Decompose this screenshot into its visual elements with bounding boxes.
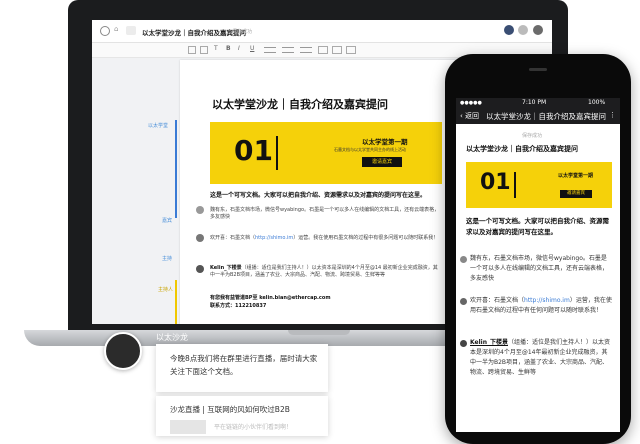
comment-column: 以太学堂 嘉宾 主持 主持人 — [92, 60, 178, 324]
doc-icon — [126, 26, 136, 35]
document-title: 以太学堂沙龙｜自我介绍及嘉宾提问 — [212, 98, 388, 111]
comment-label[interactable]: 主持人 — [158, 286, 173, 293]
avatar — [460, 340, 467, 347]
comment-label[interactable]: 嘉宾 — [162, 217, 172, 224]
intro-text: 这是一个可写文档。大家可以把自我介绍、资源需求以及对嘉宾的提问写在这里。 — [210, 192, 427, 199]
entry-prefix: 欢开喜：石墨文档（ — [470, 297, 525, 304]
cover-number: 01 — [480, 170, 511, 195]
entry-text: 欢开喜：石墨文档（http://shimo.im）运营。我在使用石墨文档的过程中… — [210, 235, 442, 242]
doc-header: ⌂ 以太学堂沙龙｜自我介绍及嘉宾提问 保存成功 — [92, 20, 552, 43]
doc-title[interactable]: 以太学堂沙龙｜自我介绍及嘉宾提问 — [142, 27, 246, 37]
comment-label[interactable]: 主持 — [162, 255, 172, 262]
chat-message-bubble: 今晚8点我们将在群里进行直播，届时请大家关注下面这个文档。 — [156, 344, 328, 392]
back-button[interactable]: ‹ 返回 — [460, 111, 479, 121]
avatar — [196, 234, 204, 242]
save-status: 保存成功 — [522, 133, 543, 139]
divider — [276, 136, 278, 170]
laptop-notch — [288, 330, 350, 335]
entry-text: Kelin_下楼景（组播：适位是我们主持人！）以太资本是深圳的4个月至@14年最… — [470, 338, 612, 378]
avatar-2[interactable] — [533, 25, 543, 35]
comment-label[interactable]: 以太学堂 — [148, 122, 168, 129]
cover-number: 01 — [234, 134, 273, 167]
intro-text: 这是一个可写文档。大家可以把自我介绍、资源需求以及对嘉宾的提问写在这里。 — [466, 217, 609, 236]
status-bar: ●●●●● 7:10 PM 100% — [456, 98, 620, 108]
comment-bar — [175, 280, 177, 324]
undo-icon[interactable] — [188, 46, 196, 54]
cover-subtitle: 石墨文档与以太学堂共同主办的线上活动 — [334, 147, 406, 152]
font-icon[interactable]: T — [214, 45, 218, 52]
signal-icon: ●●●●● — [460, 100, 482, 106]
cover-button[interactable]: 邀请嘉宾 — [560, 190, 592, 198]
document-title: 以太学堂沙龙｜自我介绍及嘉宾提问 — [466, 145, 578, 153]
underline-icon[interactable]: U — [250, 45, 254, 52]
avatar — [460, 256, 467, 263]
italic-icon[interactable]: I — [238, 45, 240, 52]
image-icon[interactable] — [332, 46, 342, 54]
entry-prefix: 欢开喜：石墨文档（ — [210, 235, 256, 241]
entry-name: Kelin_下楼景 — [210, 265, 242, 271]
chat-link-card[interactable]: 沙龙直播 | 互联网的风如何吹过B2B 平在链链的小伙伴们看到啊！ — [156, 396, 328, 436]
entry-phone: 联系方式：112210837 — [210, 303, 267, 309]
avatar — [196, 206, 204, 214]
document-page[interactable]: 以太学堂沙龙｜自我介绍及嘉宾提问 01 以太学堂第一期 石墨文档与以太学堂共同主… — [180, 60, 460, 324]
user-icon[interactable] — [518, 25, 528, 35]
link-card-title: 沙龙直播 | 互联网的风如何吹过B2B — [170, 405, 290, 414]
entry-text: 欢开喜：石墨文档（http://shimo.im）运营，我在使用石墨文档的过程中… — [470, 296, 612, 316]
battery-level: 100% — [588, 99, 606, 106]
entry-link[interactable]: http://shimo.im — [524, 297, 570, 304]
save-status: 保存成功 — [232, 29, 253, 35]
more-icon[interactable]: ⋮ — [609, 111, 616, 119]
entry-link[interactable]: http://shimo.im — [255, 235, 293, 241]
speaker-grille — [529, 68, 547, 71]
entry-body: （组播：适位是我们主持人！）以太资本是深圳的4个月至@14 最初新企业完成融资，… — [210, 265, 438, 278]
cover-banner: 01 以太学堂第一期 石墨文档与以太学堂共同主办的线上活动 邀请嘉宾 — [210, 122, 442, 184]
link-icon[interactable] — [318, 46, 328, 54]
entry-email: 有您我有益管道BP至 kelin.bian@ethercap.com — [210, 295, 331, 301]
align-icon[interactable] — [282, 47, 294, 53]
chat-avatar[interactable] — [104, 332, 142, 370]
home-icon[interactable]: ⌂ — [114, 25, 118, 33]
status-time: 7:10 PM — [522, 99, 547, 106]
link-card-subtitle: 平在链链的小伙伴们看到啊！ — [214, 424, 293, 431]
comment-bar — [175, 120, 177, 218]
nav-bar: ‹ 返回 以太学堂沙龙｜自我介绍及嘉宾提问 ⋮ — [456, 108, 620, 124]
divider — [514, 172, 516, 198]
list-icon[interactable] — [264, 47, 276, 53]
avatar — [460, 298, 467, 305]
entry-text: 魏有东，石墨文档市场，微信号wyabingo。石墨是一个可以多人在线编辑的文档工… — [470, 255, 609, 282]
chat-user-name: 以太沙龙 — [156, 333, 188, 342]
back-label: 返回 — [465, 112, 480, 120]
entry-name: Kelin_下楼景 — [470, 339, 508, 346]
entry-text: Kelin_下楼景（组播：适位是我们主持人！）以太资本是深圳的4个月至@14 最… — [210, 265, 442, 279]
nav-title: 以太学堂沙龙｜自我介绍及嘉宾提问 — [486, 112, 606, 121]
phone-screen: ●●●●● 7:10 PM 100% ‹ 返回 以太学堂沙龙｜自我介绍及嘉宾提问… — [456, 98, 620, 432]
avatar[interactable] — [504, 25, 514, 35]
cover-heading: 以太学堂第一期 — [362, 138, 408, 146]
indent-icon[interactable] — [300, 47, 312, 53]
redo-icon[interactable] — [200, 46, 208, 54]
avatar — [196, 265, 204, 273]
entry-rest: ）运营。我在使用石墨文档的过程中有很多问题可以随时联系我！ — [293, 235, 439, 241]
entry-text: 魏有东，石墨文档市场，微信号wyabingo。石墨是一个可以多人在线编辑的文档工… — [210, 207, 440, 220]
bold-icon[interactable]: B — [226, 45, 231, 52]
cover-banner: 01 以太学堂第一期 邀请嘉宾 — [466, 162, 612, 208]
table-icon[interactable] — [346, 46, 356, 54]
cover-button[interactable]: 邀请嘉宾 — [362, 157, 402, 167]
menu-icon[interactable] — [100, 26, 110, 36]
chat-message: 今晚8点我们将在群里进行直播，届时请大家关注下面这个文档。 — [170, 354, 318, 376]
cover-heading: 以太学堂第一期 — [558, 173, 594, 179]
